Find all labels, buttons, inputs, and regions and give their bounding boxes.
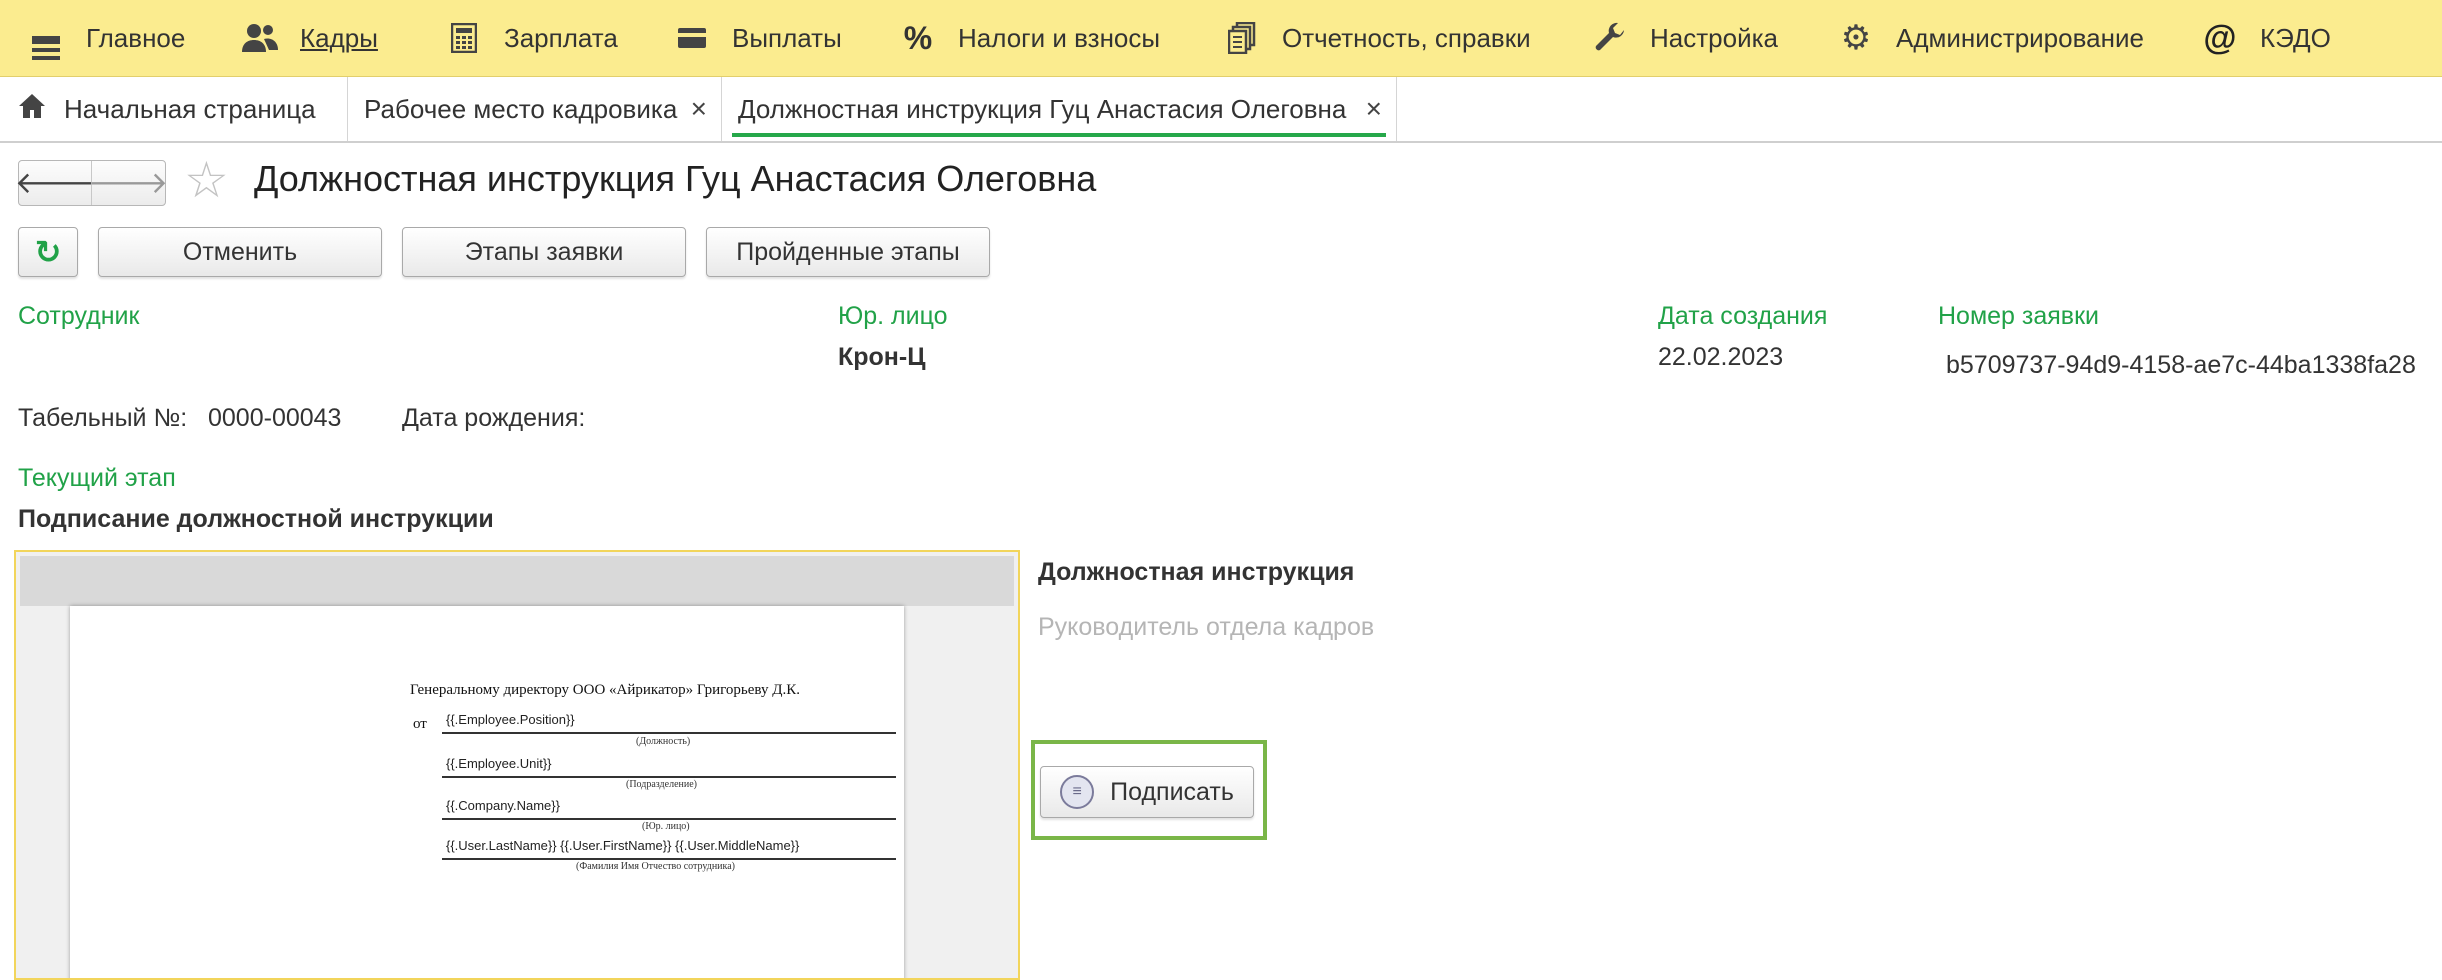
menu-item-kedo[interactable]: @ КЭДО	[2200, 0, 2331, 76]
signature-icon: ≡	[1060, 775, 1095, 809]
creation-date-value: 22.02.2023	[1658, 343, 1784, 371]
document-caption: (Подразделение)	[626, 779, 697, 790]
page-title: Должностная инструкция Гуц Анастасия Оле…	[254, 158, 1097, 199]
document-caption: (Должность)	[636, 736, 691, 747]
documents-icon	[1222, 18, 1262, 58]
menu-item-label: КЭДО	[2260, 22, 2331, 53]
request-number-label: Номер заявки	[1938, 302, 2099, 330]
wallet-icon	[672, 18, 712, 58]
birth-date-label: Дата рождения:	[402, 404, 586, 432]
employee-label: Сотрудник	[18, 302, 140, 330]
home-icon	[18, 93, 46, 126]
menu-item-label: Отчетность, справки	[1282, 22, 1531, 53]
menu-item-payments[interactable]: Выплаты	[672, 0, 842, 76]
document-underline	[442, 776, 896, 778]
document-underline	[442, 858, 896, 860]
document-type-title: Должностная инструкция	[1038, 558, 1355, 586]
at-icon: @	[2203, 18, 2237, 57]
document-heading: Генеральному директору ООО «Айрикатор» Г…	[410, 682, 800, 698]
calculator-icon	[444, 18, 484, 58]
menu-item-label: Выплаты	[732, 22, 842, 53]
menu-item-settings[interactable]: Настройка	[1590, 0, 1778, 76]
tab-bar: Начальная страница Рабочее место кадрови…	[0, 77, 2442, 143]
tab-home[interactable]: Начальная страница	[0, 77, 348, 141]
people-icon	[240, 18, 280, 58]
close-icon[interactable]: ×	[1366, 93, 1382, 125]
legal-entity-value: Крон-Ц	[838, 343, 926, 371]
signer-placeholder: Руководитель отдела кадров	[1038, 613, 1375, 641]
menu-item-label: Налоги и взносы	[958, 22, 1161, 53]
cancel-button[interactable]: Отменить	[98, 227, 382, 277]
refresh-button[interactable]: ↻	[18, 227, 78, 277]
document-preview[interactable]: Генеральному директору ООО «Айрикатор» Г…	[14, 550, 1020, 980]
document-page: Генеральному директору ООО «Айрикатор» Г…	[70, 606, 904, 978]
menu-item-label: Зарплата	[504, 22, 618, 53]
close-icon[interactable]: ×	[691, 93, 707, 125]
preview-toolbar-strip	[20, 556, 1014, 606]
passed-stages-button[interactable]: Пройденные этапы	[706, 227, 990, 277]
back-button[interactable]: 🡐	[15, 161, 95, 205]
wrench-icon	[1590, 18, 1630, 58]
menu-item-label: Главное	[86, 22, 186, 53]
tab-hr-workplace[interactable]: Рабочее место кадровика ×	[348, 77, 722, 141]
refresh-icon: ↻	[34, 234, 62, 270]
personnel-number-label: Табельный №:	[18, 404, 188, 432]
tab-job-description[interactable]: Должностная инструкция Гуц Анастасия Оле…	[722, 77, 1397, 141]
menu-item-label: Кадры	[300, 22, 378, 53]
sign-button[interactable]: ≡ Подписать	[1040, 766, 1254, 818]
arrow-left-icon: 🡐	[14, 167, 96, 200]
arrow-right-icon: 🡒	[87, 167, 169, 200]
document-field-company: {{.Company.Name}}	[446, 798, 560, 813]
forward-button[interactable]: 🡒	[88, 161, 168, 205]
document-caption: (Юр. лицо)	[642, 821, 690, 832]
percent-icon: %	[903, 19, 933, 56]
gear-icon: ⚙	[1840, 19, 1872, 57]
menu-item-taxes[interactable]: % Налоги и взносы	[898, 0, 1160, 76]
document-caption: (Фамилия Имя Отчество сотрудника)	[576, 861, 736, 872]
menu-item-admin[interactable]: ⚙ Администрирование	[1836, 0, 2144, 76]
menu-item-salary[interactable]: Зарплата	[444, 0, 618, 76]
creation-date-label: Дата создания	[1658, 302, 1828, 330]
history-navigation: 🡐 🡒	[15, 160, 168, 206]
document-underline	[442, 732, 896, 734]
tab-label: Начальная страница	[64, 93, 316, 124]
menu-burger-icon	[26, 18, 66, 60]
request-number-value: b5709737-94d9-4158-ae7c-44ba1338fa28	[1946, 351, 2416, 379]
request-stages-button[interactable]: Этапы заявки	[402, 227, 686, 277]
tab-label: Рабочее место кадровика	[364, 93, 678, 124]
menu-item-main[interactable]: Главное	[26, 0, 185, 76]
tab-label: Должностная инструкция Гуц Анастасия Оле…	[738, 93, 1347, 124]
personnel-number-value: 0000-00043	[208, 404, 342, 432]
menu-item-label: Настройка	[1650, 22, 1778, 53]
favorite-star-icon[interactable]: ☆	[184, 155, 229, 205]
document-field-name: {{.User.LastName}} {{.User.FirstName}} {…	[446, 838, 800, 853]
menu-item-label: Администрирование	[1896, 22, 2144, 53]
current-stage-label: Текущий этап	[18, 464, 176, 492]
legal-entity-label: Юр. лицо	[838, 302, 948, 330]
current-stage-value: Подписание должностной инструкции	[18, 505, 494, 533]
menu-item-hr[interactable]: Кадры	[240, 0, 378, 76]
document-field-unit: {{.Employee.Unit}}	[446, 756, 552, 771]
document-from: от	[413, 716, 427, 732]
menu-item-reports[interactable]: Отчетность, справки	[1222, 0, 1531, 76]
sign-button-label: Подписать	[1110, 777, 1234, 806]
document-underline	[442, 818, 896, 820]
main-menu-bar: Главное Кадры Зарплата Выплаты % Налоги …	[0, 0, 2442, 77]
document-field-position: {{.Employee.Position}}	[446, 712, 575, 727]
